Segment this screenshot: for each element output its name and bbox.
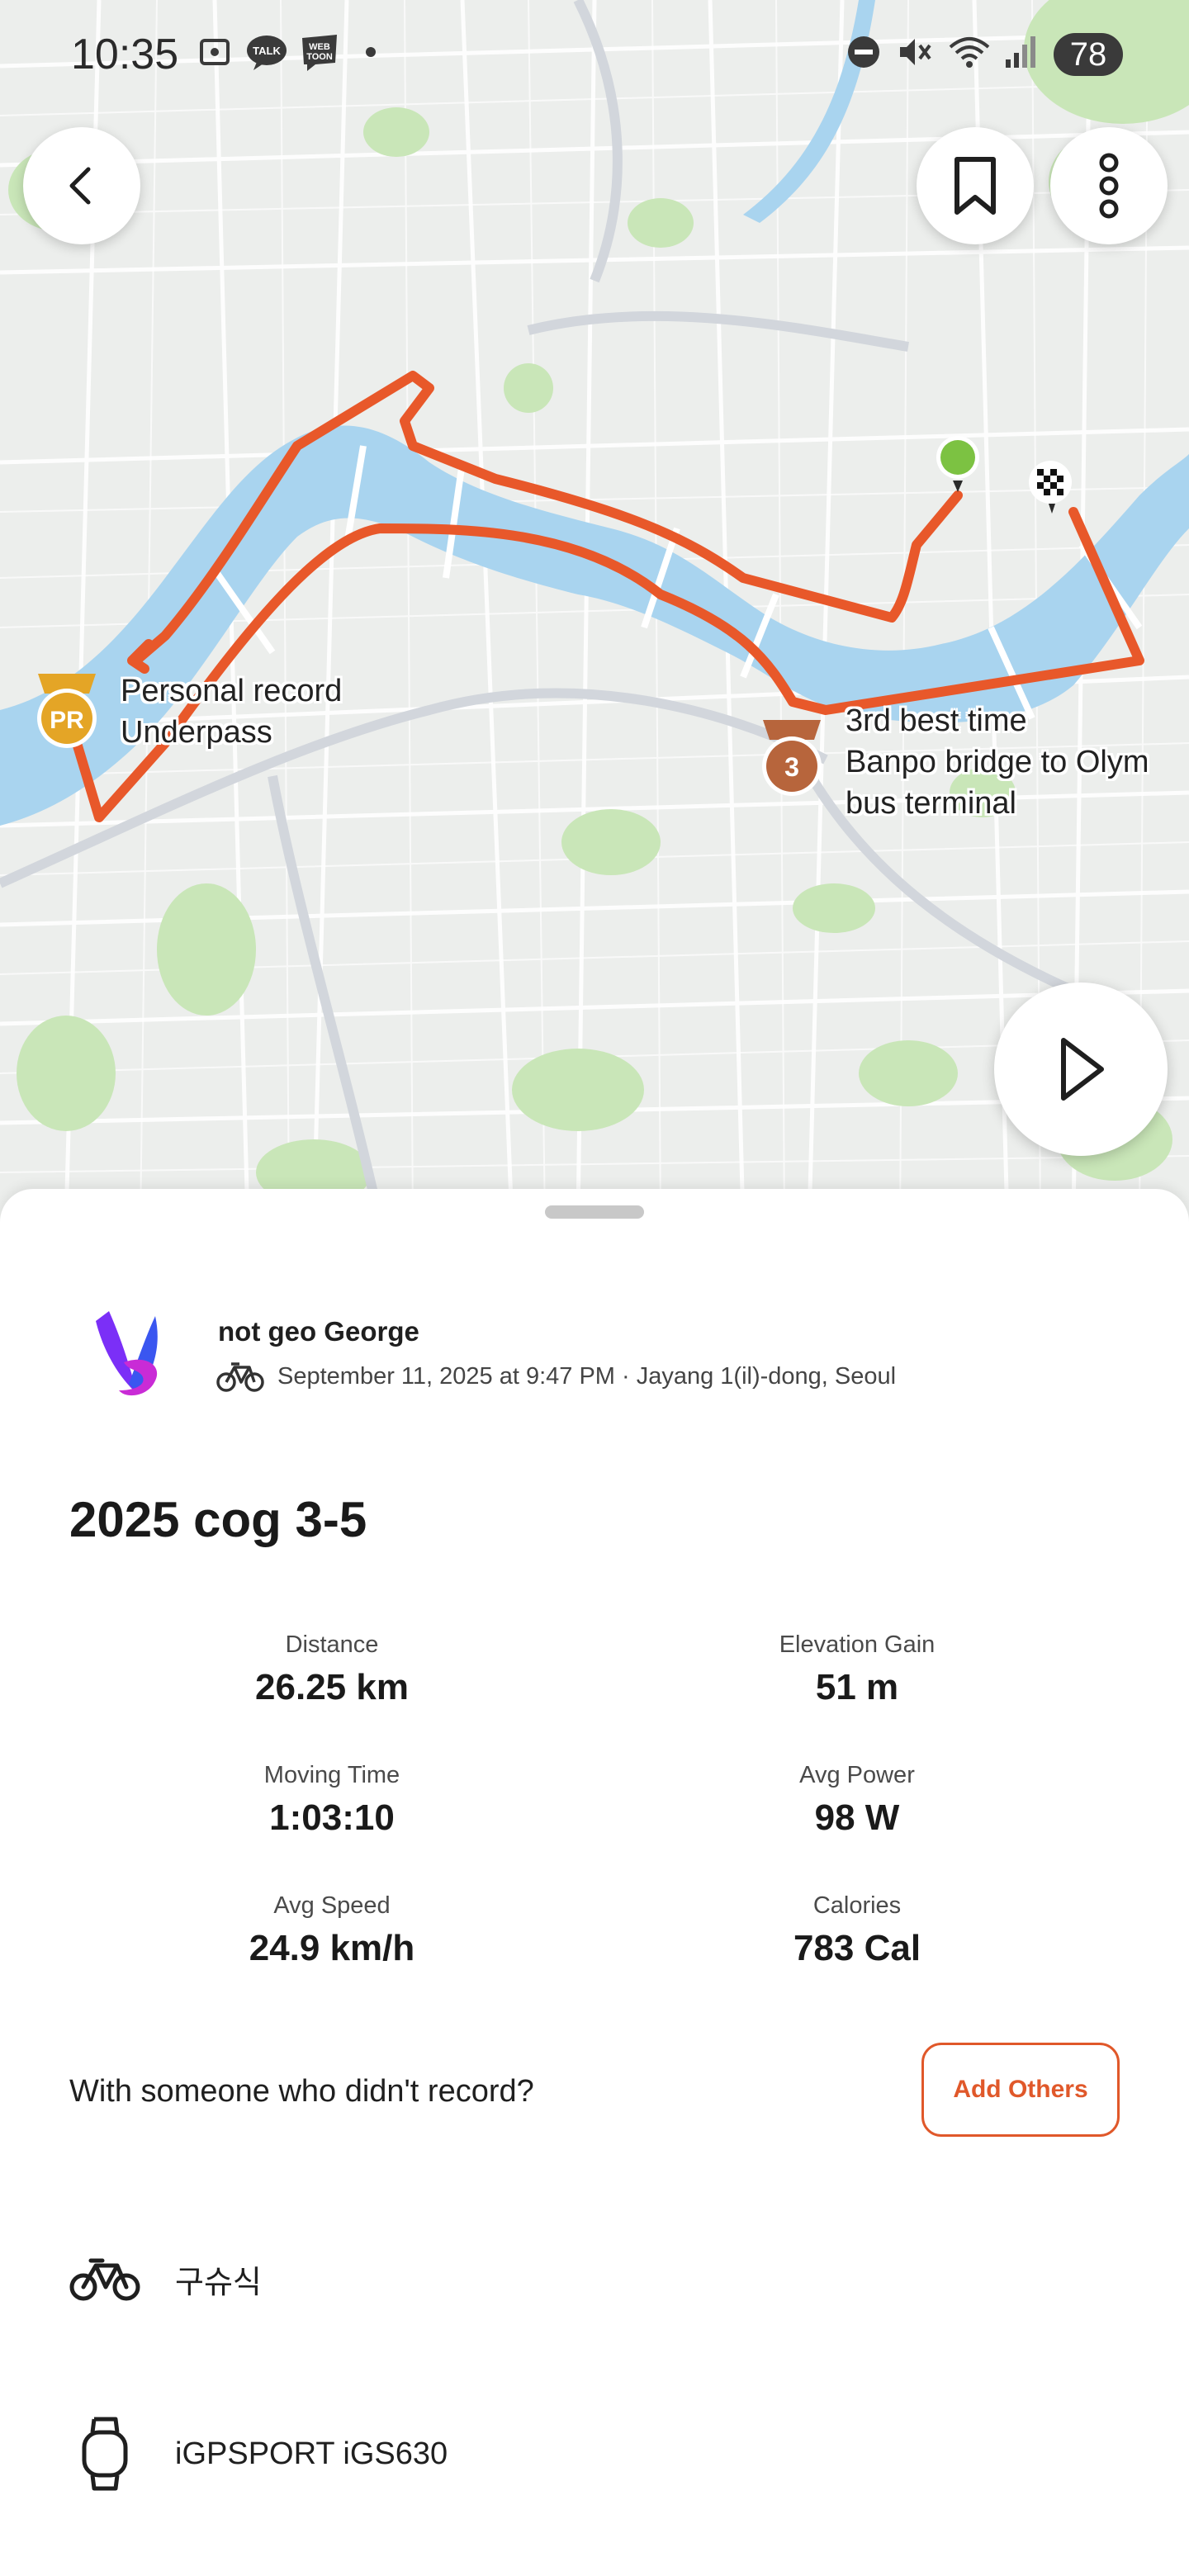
gear-device-row[interactable]: iGPSPORT iGS630	[69, 2416, 448, 2492]
stat-label: Avg Speed	[273, 1892, 391, 1919]
screenshot-icon	[195, 33, 234, 71]
activity-date-location: September 11, 2025 at 9:47 PM · Jayang 1…	[277, 1362, 897, 1390]
back-arrow-icon	[69, 167, 91, 205]
webtoon-icon: WEB TOON	[297, 33, 342, 71]
stat-value: 51 m	[815, 1667, 899, 1707]
finish-flag-icon[interactable]	[1027, 459, 1073, 517]
stat-label: Moving Time	[263, 1762, 400, 1788]
stat-value: 26.25 km	[255, 1667, 409, 1707]
status-time: 10:35	[71, 31, 179, 78]
third-badge-text: 3	[784, 752, 799, 782]
dot-icon	[360, 33, 381, 71]
stat-label: Calories	[812, 1892, 902, 1919]
route-map[interactable]: 10:35 TALK WEB TOON 78 PR Personal recor…	[0, 0, 1189, 1222]
pr-badge-text: PR	[50, 707, 84, 734]
stat-distance: Distance 26.25 km	[117, 1628, 547, 1711]
pr-label-line1: Personal record	[121, 674, 343, 708]
stat-moving-time: Moving Time 1:03:10	[117, 1759, 547, 1841]
start-marker[interactable]	[933, 434, 983, 500]
play-flyover-button[interactable]	[994, 983, 1168, 1156]
stat-calories: Calories 783 Cal	[642, 1889, 1072, 1972]
pr-medal-icon[interactable]: PR	[30, 669, 104, 751]
stat-label: Distance	[285, 1631, 379, 1658]
signal-icon	[1002, 33, 1042, 71]
activity-meta: September 11, 2025 at 9:47 PM · Jayang 1…	[216, 1361, 896, 1392]
svg-text:TOON: TOON	[306, 52, 333, 62]
add-others-prompt: With someone who didn't record?	[69, 2074, 534, 2109]
stat-value: 783 Cal	[793, 1928, 921, 1968]
athlete-name[interactable]: not geo George	[218, 1316, 419, 1347]
bookmark-icon	[955, 157, 996, 215]
watch-icon	[82, 2417, 128, 2491]
bookmark-button[interactable]	[917, 127, 1034, 244]
third-place-medal-icon[interactable]: 3	[755, 715, 829, 801]
svg-text:WEB: WEB	[309, 42, 330, 52]
stat-label: Elevation Gain	[779, 1631, 936, 1658]
status-bar: 10:35 TALK WEB TOON 78	[0, 0, 1189, 107]
gear-bike-row[interactable]: 구슈식	[69, 2256, 262, 2302]
bike-icon	[216, 1362, 264, 1392]
pr-label-line2: Underpass	[121, 715, 272, 750]
more-vertical-icon	[1099, 153, 1119, 219]
battery-indicator: 78	[1054, 33, 1123, 76]
dnd-icon	[844, 33, 883, 71]
stat-avg-power: Avg Power 98 W	[642, 1759, 1072, 1841]
sheet-drag-handle[interactable]	[545, 1205, 644, 1219]
activity-title: 2025 cog 3-5	[69, 1492, 367, 1547]
stat-value: 24.9 km/h	[249, 1928, 415, 1968]
third-label-line1: 3rd best time	[846, 703, 1027, 738]
bike-icon	[69, 2258, 140, 2301]
mute-icon	[893, 33, 935, 71]
activity-sheet: not geo George September 11, 2025 at 9:4…	[0, 1189, 1189, 2576]
talk-icon: TALK	[244, 33, 289, 71]
stat-value: 1:03:10	[269, 1797, 395, 1838]
avatar[interactable]	[79, 1305, 178, 1412]
gear-bike-name: 구슈식	[175, 2265, 262, 2300]
wifi-icon	[946, 33, 992, 71]
play-icon	[1061, 1038, 1104, 1101]
add-others-button[interactable]: Add Others	[921, 2043, 1120, 2137]
stat-value: 98 W	[814, 1797, 900, 1838]
back-button[interactable]	[23, 127, 140, 244]
more-options-button[interactable]	[1050, 127, 1168, 244]
gear-device-name: iGPSPORT iGS630	[175, 2436, 448, 2471]
svg-text:TALK: TALK	[253, 45, 281, 57]
stat-label: Avg Power	[799, 1762, 915, 1788]
third-label-line3: bus terminal	[846, 786, 1016, 821]
stat-avg-speed: Avg Speed 24.9 km/h	[117, 1889, 547, 1972]
third-label-line2: Banpo bridge to Olym	[846, 745, 1149, 779]
stat-elevation-gain: Elevation Gain 51 m	[642, 1628, 1072, 1711]
